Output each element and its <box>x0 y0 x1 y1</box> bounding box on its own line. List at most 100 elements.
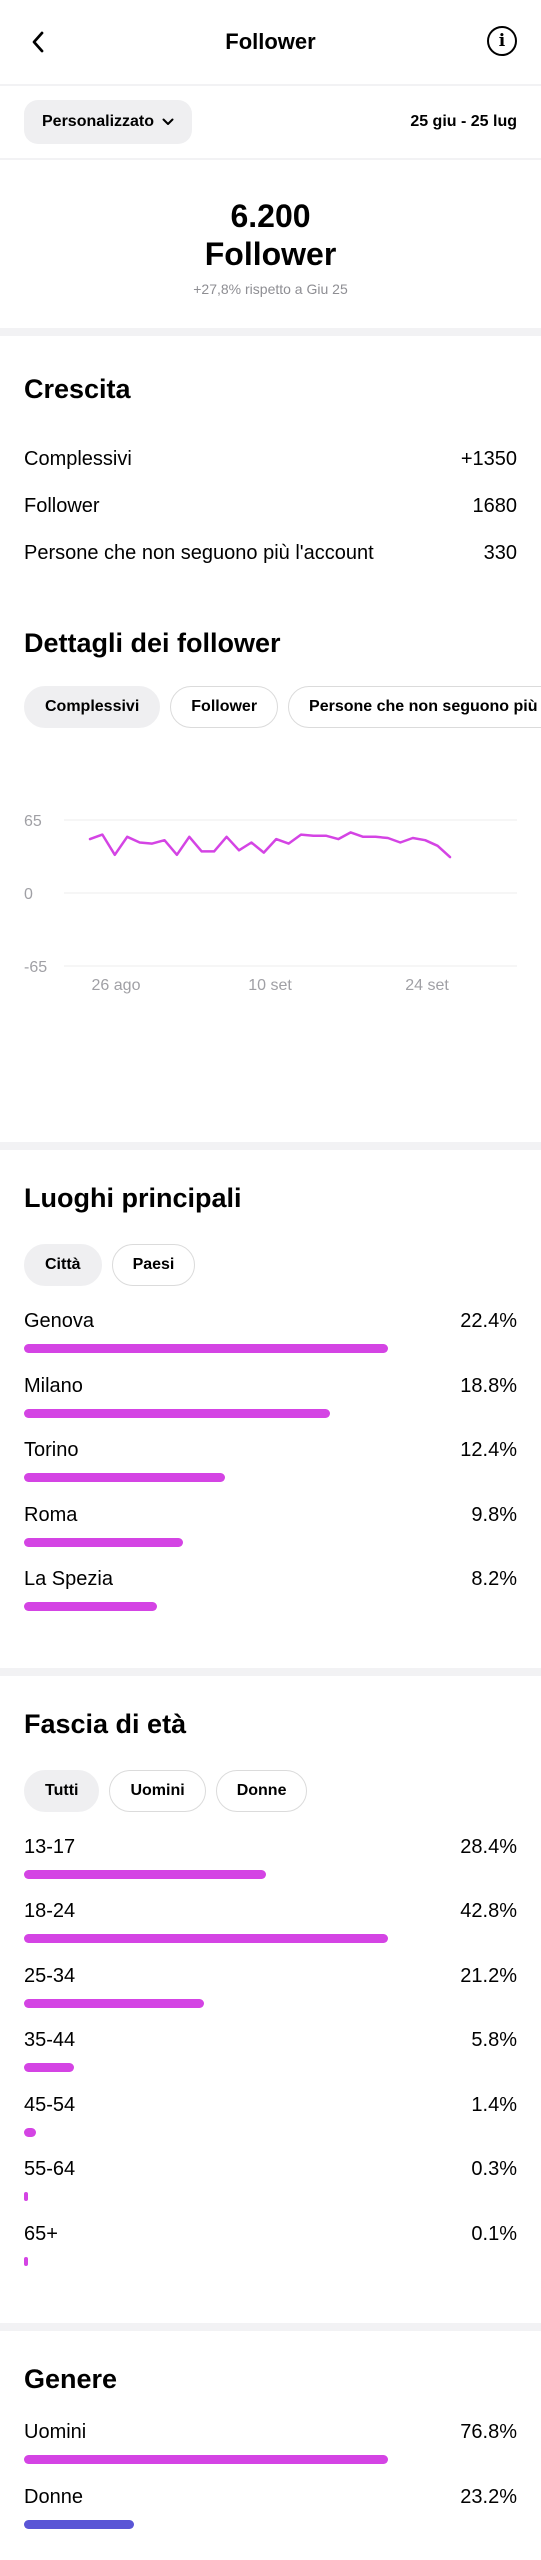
place-name: Milano <box>24 1374 83 1397</box>
place-percent: 22.4% <box>460 1310 517 1332</box>
growth-row-label: Complessivi <box>24 448 132 470</box>
places-title: Luoghi principali <box>24 1183 242 1213</box>
list-item: 18-24 42.8% <box>24 1892 517 1957</box>
chevron-down-icon <box>162 118 174 125</box>
gender-label: Donne <box>24 2485 83 2508</box>
list-item: 65+ 0.1% <box>24 2215 517 2280</box>
list-item: Uomini 76.8% <box>24 2413 517 2478</box>
age-percent: 21.2% <box>460 1964 517 1987</box>
tab-unfollows[interactable]: Persone che non seguono più l'account <box>288 686 541 728</box>
tab-women[interactable]: Donne <box>215 1769 308 1812</box>
list-item: Torino 12.4% <box>24 1431 517 1496</box>
age-range: 25-34 <box>24 1964 76 1987</box>
list-item: 25-34 21.2% <box>24 1957 517 2022</box>
place-name: La Spezia <box>24 1568 113 1590</box>
list-item: Roma 9.8% <box>24 1496 517 1561</box>
details-tabs: Complessivi Follower Persone che non seg… <box>24 686 541 728</box>
filter-row: Personalizzato 25 giu - 25 lug <box>0 86 541 158</box>
place-percent: 12.4% <box>460 1439 517 1461</box>
section-divider <box>0 1142 541 1150</box>
section-divider <box>0 328 541 336</box>
section-divider <box>0 1667 541 1676</box>
gender-percent: 23.2% <box>460 2485 517 2508</box>
growth-row-total: Complessivi +1350 <box>24 436 517 483</box>
growth-rows: Complessivi +1350 Follower 1680 Persone … <box>24 436 517 577</box>
x-tick-label: 10 set <box>248 977 292 994</box>
gender-bar <box>24 2455 388 2464</box>
growth-row-label: Follower <box>24 495 100 517</box>
place-bar <box>24 1537 183 1547</box>
age-range: 35-44 <box>24 2029 76 2051</box>
gender-list: Uomini 76.8% Donne 23.2% <box>24 2413 517 2542</box>
gender-section: Genere Uomini 76.8% Donne 23.2% <box>0 2331 541 2542</box>
info-icon[interactable]: i <box>487 26 517 56</box>
age-list: 13-17 28.4% 18-24 42.8% 25-34 21.2% 35-4… <box>24 1828 517 2280</box>
follower-delta: +27,8% rispetto a Giu 25 <box>193 281 348 297</box>
x-tick-label: 24 set <box>405 977 449 994</box>
growth-section: Crescita Complessivi +1350 Follower 1680… <box>0 336 541 577</box>
details-section: Dettagli dei follower Complessivi Follow… <box>0 577 541 1044</box>
growth-row-value: 330 <box>483 542 517 564</box>
age-section: Fascia di età Tutti Uomini Donne 13-17 2… <box>0 1676 541 2280</box>
y-tick-label: 65 <box>24 813 42 830</box>
age-range: 13-17 <box>24 1835 76 1858</box>
gender-label: Uomini <box>24 2421 87 2443</box>
places-list: Genova 22.4% Milano 18.8% Torino 12.4% R… <box>24 1302 517 1625</box>
place-bar <box>24 1408 330 1418</box>
list-item: 35-44 5.8% <box>24 2021 517 2086</box>
date-range-text: 25 giu - 25 lug <box>410 113 517 130</box>
age-bar <box>24 2192 28 2201</box>
list-item: La Spezia 8.2% <box>24 1560 517 1625</box>
details-title: Dettagli dei follower <box>24 628 281 658</box>
age-range: 18-24 <box>24 1900 76 1922</box>
growth-row-value: 1680 <box>472 495 518 517</box>
y-tick-label: -65 <box>24 959 47 976</box>
growth-row-unfollows: Persone che non seguono più l'account 33… <box>24 530 517 577</box>
age-percent: 5.8% <box>471 2029 517 2051</box>
place-name: Genova <box>24 1310 95 1332</box>
list-item: Milano 18.8% <box>24 1367 517 1432</box>
age-bar <box>24 1998 204 2008</box>
age-percent: 0.3% <box>471 2158 517 2180</box>
date-range-dropdown-label: Personalizzato <box>42 113 155 130</box>
age-bar <box>24 2063 74 2072</box>
tab-overall[interactable]: Complessivi <box>24 686 161 728</box>
y-tick-label: 0 <box>24 886 33 903</box>
follower-count: 6.200 <box>230 198 311 234</box>
age-bar <box>24 2256 28 2266</box>
tab-countries[interactable]: Paesi <box>111 1244 196 1286</box>
age-percent: 0.1% <box>471 2222 517 2245</box>
place-percent: 8.2% <box>471 1568 517 1590</box>
place-name: Torino <box>24 1439 79 1461</box>
growth-row-followers: Follower 1680 <box>24 483 517 530</box>
tab-followers[interactable]: Follower <box>170 686 279 728</box>
gender-percent: 76.8% <box>460 2421 517 2443</box>
series-line <box>88 831 452 859</box>
growth-title: Crescita <box>24 374 131 404</box>
page-title: Follower <box>225 29 316 54</box>
list-item: 55-64 0.3% <box>24 2150 517 2215</box>
place-percent: 18.8% <box>460 1374 517 1397</box>
age-range: 55-64 <box>24 2158 76 2180</box>
date-range-dropdown[interactable]: Personalizzato <box>24 100 193 144</box>
age-bar <box>24 1869 266 1879</box>
follower-count-label: Follower <box>204 236 337 272</box>
followers-chart: 65 0 -65 26 ago 10 set 24 set <box>24 784 517 1044</box>
age-percent: 42.8% <box>460 1900 517 1922</box>
follower-summary: 6.200 Follower +27,8% rispetto a Giu 25 <box>0 160 541 328</box>
list-item: Genova 22.4% <box>24 1302 517 1367</box>
places-tabs: Città Paesi <box>24 1244 517 1286</box>
tab-men[interactable]: Uomini <box>109 1769 206 1812</box>
tab-all[interactable]: Tutti <box>24 1769 100 1812</box>
list-item: Donne 23.2% <box>24 2478 517 2543</box>
place-percent: 9.8% <box>471 1503 517 1526</box>
section-divider <box>0 2323 541 2331</box>
place-name: Roma <box>24 1503 78 1526</box>
age-percent: 28.4% <box>460 1835 517 1858</box>
followers-line-chart: 65 0 -65 26 ago 10 set 24 set <box>24 813 517 994</box>
chevron-left-icon[interactable] <box>22 26 54 58</box>
age-percent: 1.4% <box>471 2093 517 2116</box>
tab-cities[interactable]: Città <box>24 1244 102 1286</box>
age-bar <box>24 1934 388 1943</box>
age-range: 45-54 <box>24 2093 76 2116</box>
